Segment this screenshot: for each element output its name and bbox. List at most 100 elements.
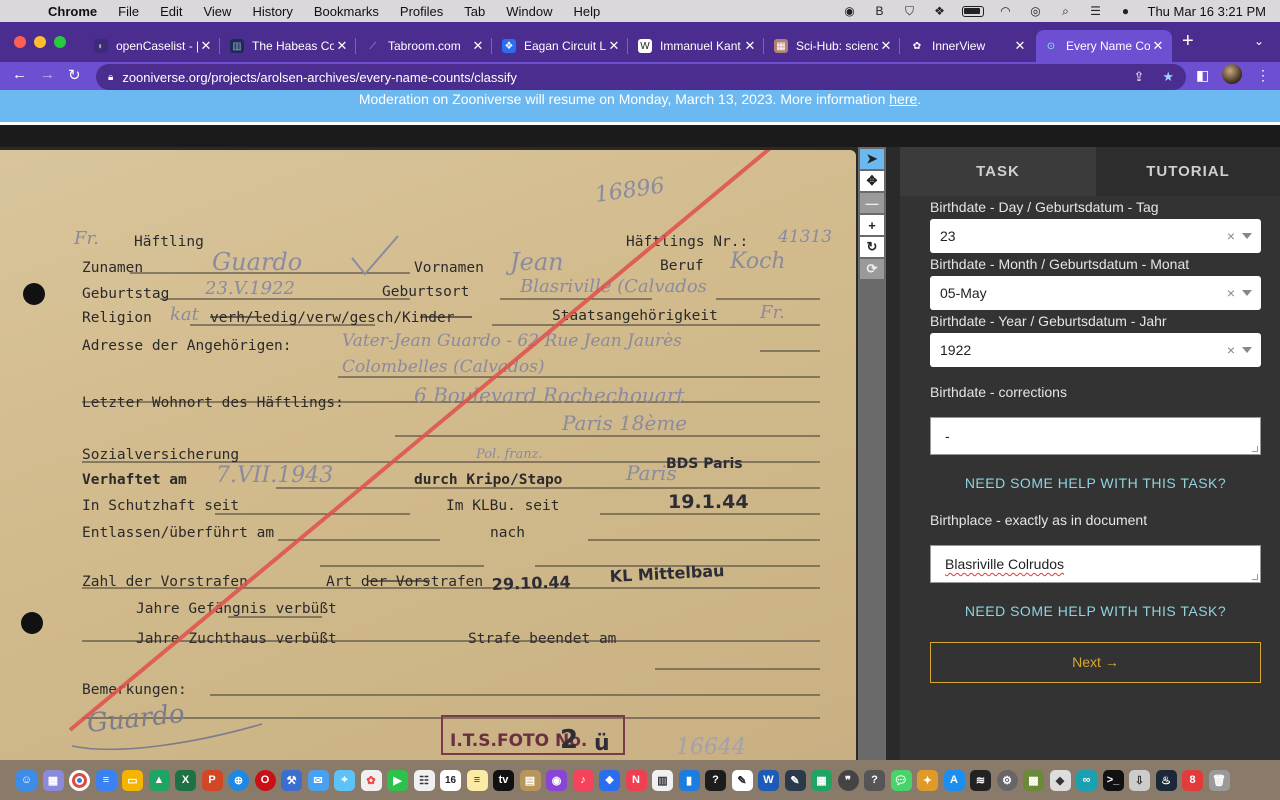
prisoner-registration-card[interactable]: Häftling Häftlings Nr.: Zunamen Vornamen… [0, 150, 856, 760]
google-drive-icon[interactable]: ▲ [148, 769, 170, 791]
trash-icon[interactable]: 🗑︎ [1208, 769, 1230, 791]
battery-icon[interactable] [961, 5, 984, 17]
close-tab-icon[interactable]: ✕ [606, 38, 622, 54]
tab-task[interactable]: TASK [900, 147, 1096, 196]
menu-edit[interactable]: Edit [160, 4, 182, 19]
menu-view[interactable]: View [203, 4, 231, 19]
browser-tab[interactable]: ❖ Eagan Circuit LI ✕ [494, 30, 628, 62]
next-button[interactable]: Next → [930, 642, 1261, 683]
minecraft-icon[interactable]: ▩ [1023, 769, 1044, 791]
menu-window[interactable]: Window [506, 4, 552, 19]
banner-link[interactable]: here [889, 91, 917, 107]
xcode-icon[interactable]: ⚒ [281, 769, 302, 791]
dropbox-icon[interactable]: ❖ [932, 4, 948, 18]
help-viewer-icon[interactable]: ? [864, 769, 885, 791]
reload-icon[interactable]: ↻ [68, 66, 81, 84]
close-tab-icon[interactable]: ✕ [742, 38, 758, 54]
toolbox-icon[interactable]: 8 [1182, 769, 1203, 791]
rotate-button[interactable]: ↻ [860, 237, 884, 257]
app-store-icon[interactable]: A [943, 769, 965, 791]
notes-icon[interactable]: ≡ [466, 769, 488, 791]
lock-icon[interactable]: 🔒︎ [108, 72, 113, 83]
close-tab-icon[interactable]: ✕ [198, 38, 214, 54]
help-link[interactable]: NEED SOME HELP WITH THIS TASK? [930, 475, 1261, 491]
brave-icon[interactable]: B [872, 4, 888, 18]
photos-icon[interactable]: ✿ [360, 769, 382, 791]
tab-tutorial[interactable]: TUTORIAL [1096, 147, 1280, 196]
chevron-down-icon[interactable] [1242, 233, 1252, 239]
menu-help[interactable]: Help [574, 4, 601, 19]
siri-icon[interactable]: ● [1118, 4, 1134, 18]
birthdate-year-select[interactable]: 1922 × [930, 333, 1261, 367]
spotlight-search-icon[interactable]: ⌕ [1058, 4, 1074, 18]
podcasts-icon[interactable]: ◉ [546, 769, 567, 791]
downloads-icon[interactable]: ⇩ [1129, 769, 1150, 791]
menu-bookmarks[interactable]: Bookmarks [314, 4, 379, 19]
opera-icon[interactable]: O [254, 769, 276, 791]
minimize-window-button[interactable] [34, 36, 46, 48]
browser-tab[interactable]: ▦ Sci-Hub: scienc ✕ [766, 30, 900, 62]
birthdate-day-select[interactable]: 23 × [930, 219, 1261, 253]
menu-app-name[interactable]: Chrome [48, 4, 97, 19]
maps-icon[interactable]: ⌖ [334, 769, 355, 791]
side-panel-icon[interactable]: ◧ [1196, 67, 1209, 84]
quotes-app-icon[interactable]: ❞ [837, 769, 859, 791]
birthdate-month-select[interactable]: 05-May × [930, 276, 1261, 310]
word-icon[interactable]: W [758, 769, 779, 791]
finder-icon[interactable]: ☺ [16, 769, 37, 791]
move-tool-button[interactable]: ✥ [860, 171, 884, 191]
browser-tab[interactable]: ◐ openCaselist - | ✕ [86, 30, 220, 62]
zoom-in-button[interactable]: + [860, 215, 884, 235]
browser-tab[interactable]: ⟋ Tabroom.com ✕ [358, 30, 492, 62]
zoom-window-button[interactable] [54, 36, 66, 48]
pointer-tool-button[interactable]: ➤ [860, 149, 884, 169]
chevron-down-icon[interactable] [1242, 290, 1252, 296]
back-arrow-icon[interactable]: ← [12, 66, 27, 83]
shield-icon[interactable]: ⛉ [902, 4, 918, 18]
calendar-icon[interactable]: 16 [440, 769, 461, 791]
close-tab-icon[interactable]: ✕ [878, 38, 894, 54]
birthdate-corrections-field[interactable]: - [930, 417, 1261, 455]
script-editor-icon[interactable]: ✎ [731, 769, 753, 791]
system-info-icon[interactable]: ▥ [652, 769, 673, 791]
preview-icon[interactable]: ◆ [1049, 769, 1071, 791]
kindle-icon[interactable]: ✎ [784, 769, 806, 791]
close-tab-icon[interactable]: ✕ [1012, 38, 1028, 54]
powerpoint-icon[interactable]: P [201, 769, 223, 791]
control-center-icon[interactable]: ☰ [1088, 4, 1104, 18]
steam-icon[interactable]: ♨ [1155, 769, 1177, 791]
share-icon[interactable]: ⇪ [1133, 69, 1144, 85]
activity-monitor-icon[interactable]: ≋ [970, 769, 991, 791]
forward-arrow-icon[interactable]: → [40, 66, 55, 83]
help-icon[interactable]: ? [705, 769, 726, 791]
resize-grip-icon[interactable] [1252, 574, 1258, 580]
numbers-icon[interactable]: ▮ [678, 769, 700, 791]
game-icon[interactable]: ✦ [917, 769, 938, 791]
mail-icon[interactable]: ✉ [307, 769, 329, 791]
clear-icon[interactable]: × [1227, 276, 1235, 310]
music-icon[interactable]: ♪ [572, 769, 594, 791]
menu-file[interactable]: File [118, 4, 139, 19]
close-tab-icon[interactable]: ✕ [334, 38, 350, 54]
user-icon[interactable]: ◎ [1028, 4, 1044, 18]
google-sheets-icon[interactable]: ▦ [811, 769, 832, 791]
bookmark-star-icon[interactable]: ★ [1162, 69, 1174, 85]
address-bar[interactable]: 🔒︎ zooniverse.org/projects/arolsen-archi… [96, 64, 1186, 90]
clear-icon[interactable]: × [1227, 333, 1235, 367]
launchpad-icon[interactable]: ▦ [42, 769, 64, 791]
messages-icon[interactable]: 💬︎ [890, 769, 912, 791]
system-preferences-icon[interactable]: ⚙ [996, 769, 1018, 791]
clear-icon[interactable]: × [1227, 219, 1235, 253]
dropbox-dock-icon[interactable]: ❖ [599, 769, 620, 791]
birthplace-field[interactable]: Blasriville Colrudos [930, 545, 1261, 583]
resize-grip-icon[interactable] [1252, 446, 1258, 452]
news-icon[interactable]: N [625, 769, 647, 791]
excel-icon[interactable]: X [175, 769, 196, 791]
apple-tv-icon[interactable]: tv [493, 769, 514, 791]
menu-tab[interactable]: Tab [464, 4, 485, 19]
browser-tab[interactable]: ▥ The Habeas Co ✕ [222, 30, 356, 62]
contacts-icon[interactable]: ☷ [413, 769, 435, 791]
close-tab-icon[interactable]: ✕ [470, 38, 486, 54]
zoom-out-button[interactable]: — [860, 193, 884, 213]
screen-record-icon[interactable]: ◉ [842, 4, 858, 18]
